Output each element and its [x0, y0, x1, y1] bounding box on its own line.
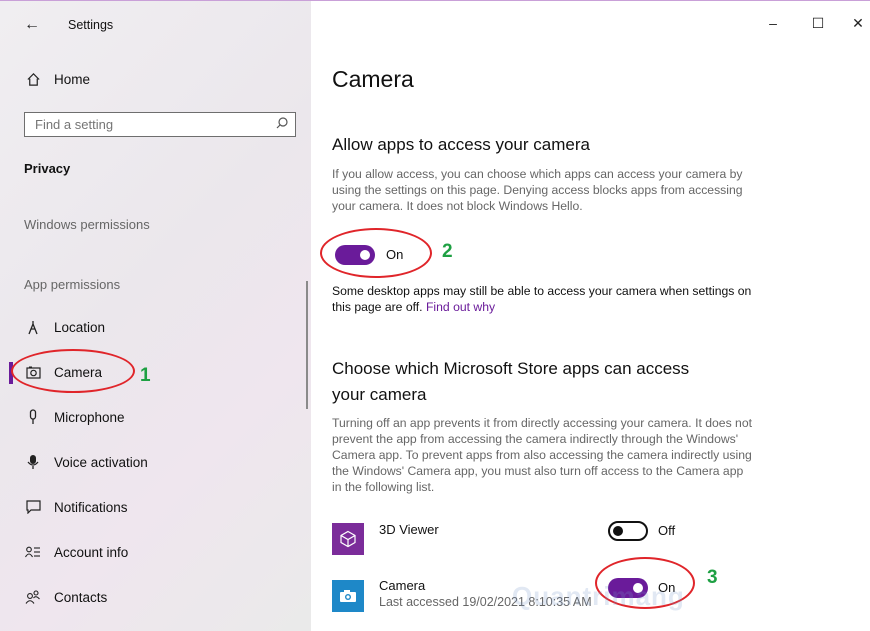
app-title: Settings: [68, 18, 114, 32]
account-info-icon: [24, 543, 42, 561]
search-box[interactable]: [24, 112, 296, 137]
page-title: Camera: [332, 66, 414, 92]
section-title-privacy: Privacy: [24, 161, 71, 176]
step-number-2: 2: [442, 241, 453, 262]
sidebar-item-contacts[interactable]: Contacts: [0, 577, 306, 617]
main-content: – ☐ ✕ Camera Allow apps to access your c…: [311, 1, 870, 631]
search-input[interactable]: [25, 113, 255, 135]
sidebar-scrollbar[interactable]: [306, 281, 308, 409]
sidebar-item-account-info[interactable]: Account info: [0, 532, 306, 572]
choose-apps-heading-line2: your camera: [332, 385, 427, 404]
close-button[interactable]: ✕: [848, 13, 868, 33]
notifications-icon: [24, 498, 42, 516]
3d-viewer-toggle[interactable]: [608, 521, 648, 541]
sidebar: ← Settings Home Privacy Windows permissi…: [0, 1, 311, 631]
sidebar-item-label: Voice activation: [54, 454, 148, 470]
sidebar-item-label: Location: [54, 319, 106, 335]
sidebar-item-label: Contacts: [54, 589, 108, 605]
search-icon[interactable]: [275, 116, 289, 130]
title-bar: ← Settings: [0, 1, 311, 51]
find-out-why-link[interactable]: Find out why: [426, 300, 495, 314]
sidebar-item-label: Notifications: [54, 499, 128, 515]
choose-apps-heading-line1: Choose which Microsoft Store apps can ac…: [332, 359, 690, 378]
settings-window: ← Settings Home Privacy Windows permissi…: [0, 0, 870, 631]
app-name-3d-viewer: 3D Viewer: [379, 522, 439, 537]
microphone-icon: [24, 408, 42, 426]
group-title-windows-permissions: Windows permissions: [24, 217, 150, 232]
step-number-1: 1: [140, 365, 151, 386]
step-number-3: 3: [707, 567, 718, 588]
sidebar-item-label: Home: [54, 71, 91, 87]
3d-viewer-toggle-label: Off: [658, 523, 676, 538]
sidebar-item-label: Microphone: [54, 409, 125, 425]
sidebar-item-microphone[interactable]: Microphone: [0, 397, 306, 437]
toggle-knob: [613, 526, 623, 536]
allow-access-heading: Allow apps to access your camera: [332, 135, 590, 154]
back-arrow-icon[interactable]: ←: [24, 15, 44, 35]
sidebar-item-voice-activation[interactable]: Voice activation: [0, 442, 306, 482]
sidebar-item-home[interactable]: Home: [0, 59, 306, 99]
group-title-app-permissions: App permissions: [24, 277, 121, 292]
minimize-button[interactable]: –: [763, 13, 783, 33]
watermark: Quantrimang: [512, 581, 685, 611]
sidebar-item-notifications[interactable]: Notifications: [0, 487, 306, 527]
choose-apps-description: Turning off an app prevents it from dire…: [332, 416, 752, 494]
allow-access-description: If you allow access, you can choose whic…: [332, 167, 743, 213]
camera-app-icon: [332, 580, 364, 612]
desktop-apps-note-text: Some desktop apps may still be able to a…: [332, 284, 752, 314]
maximize-button[interactable]: ☐: [808, 13, 828, 33]
desktop-apps-note: Some desktop apps may still be able to a…: [332, 283, 752, 315]
sidebar-item-label: Account info: [54, 544, 129, 560]
highlight-ellipse-2: [320, 228, 432, 278]
voice-activation-icon: [24, 453, 42, 471]
highlight-ellipse-1: [11, 349, 135, 393]
sidebar-item-location[interactable]: Location: [0, 307, 306, 347]
location-icon: [24, 318, 42, 336]
3d-viewer-icon: [332, 523, 364, 555]
contacts-icon: [24, 588, 42, 606]
app-name-camera: Camera: [379, 578, 426, 593]
home-icon: [24, 70, 42, 88]
